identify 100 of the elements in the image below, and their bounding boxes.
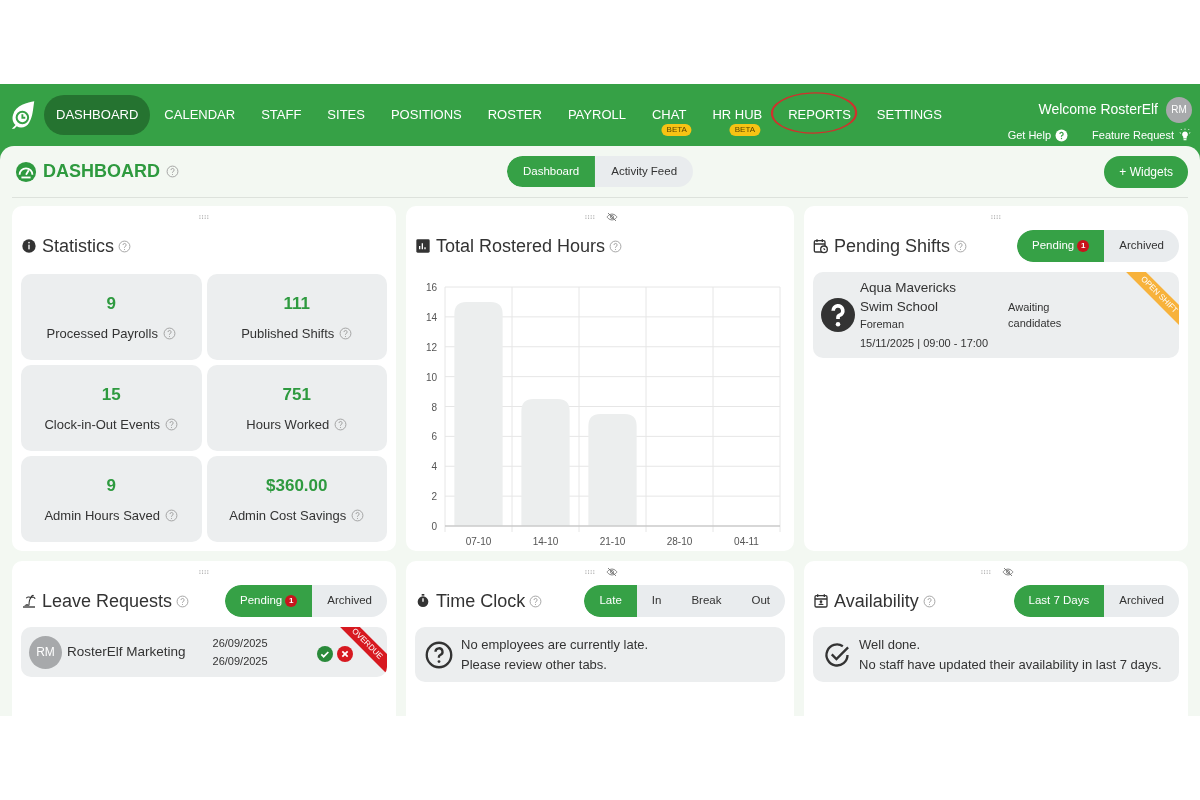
filter-tab[interactable]: Pending 1	[225, 585, 313, 617]
employee-name: RosterElf Marketing	[67, 642, 186, 661]
help-icon[interactable]	[334, 418, 348, 432]
check-circle-icon	[823, 640, 851, 669]
axis-tick-label: 14	[425, 311, 437, 323]
widget-title: Pending Shifts	[834, 234, 951, 258]
filter-tab[interactable]: In	[636, 585, 677, 617]
shift-status: Awaiting candidates	[1008, 300, 1063, 331]
palm-island-icon	[21, 593, 37, 609]
approve-check-icon[interactable]	[317, 646, 333, 662]
header-link[interactable]: Get Help	[1007, 126, 1052, 144]
nav-link[interactable]: HR HUB BETA	[700, 95, 775, 135]
axis-tick-label: 12	[425, 341, 437, 353]
hidden-eye-icon[interactable]	[606, 566, 618, 578]
message-text: No employees are currently late.	[461, 636, 649, 654]
help-icon[interactable]	[165, 509, 179, 523]
view-tab[interactable]: Activity Feed	[595, 155, 694, 188]
message-text: No staff have updated their availability in last 7 days.	[859, 655, 1162, 674]
stat-value: 9	[106, 474, 116, 497]
widget-title: Leave Requests	[42, 589, 173, 613]
axis-tick-label: 10	[425, 371, 437, 383]
axis-tick-label: 6	[431, 431, 437, 443]
help-icon[interactable]	[166, 165, 179, 178]
nav-link[interactable]: DASHBOARD	[44, 95, 151, 135]
nav-link[interactable]: PAYROLL	[555, 95, 638, 135]
axis-tick-label: 2	[431, 491, 437, 503]
shift-position: Foreman	[860, 317, 906, 333]
axis-tick-label: 4	[431, 461, 437, 473]
help-icon[interactable]	[162, 327, 176, 341]
hidden-eye-icon[interactable]	[606, 211, 618, 223]
page-title: DASHBOARD	[43, 160, 160, 183]
help-icon[interactable]	[351, 509, 365, 523]
help-icon[interactable]	[609, 239, 623, 253]
leave-date: 26/09/2025	[212, 635, 268, 651]
bar-chart-icon	[415, 238, 431, 254]
help-icon[interactable]	[339, 327, 353, 341]
shift-site: Aqua Mavericks Swim School	[860, 278, 958, 316]
hidden-eye-icon[interactable]	[1002, 566, 1014, 578]
help-icon[interactable]	[1055, 128, 1069, 142]
gauge-icon	[15, 160, 37, 183]
calendar-person-icon	[813, 593, 829, 609]
help-icon[interactable]	[118, 239, 132, 253]
help-icon[interactable]	[922, 594, 936, 608]
welcome-text: Welcome RosterElf	[1038, 100, 1158, 120]
widget-title: Availability	[834, 589, 919, 613]
stat-label: Hours Worked	[246, 416, 330, 434]
lightbulb-icon[interactable]	[1178, 128, 1192, 142]
nav-link[interactable]: CHAT BETA	[639, 95, 699, 135]
axis-tick-label: 0	[431, 521, 437, 532]
nav-link[interactable]: POSITIONS	[378, 95, 474, 135]
axis-tick-label: 14-10	[532, 536, 559, 547]
beta-badge: BETA	[661, 124, 692, 137]
widget-title: Time Clock	[436, 589, 526, 613]
reject-x-icon[interactable]	[337, 646, 353, 662]
view-tab[interactable]: Dashboard	[506, 155, 596, 188]
user-avatar[interactable]: RM	[1166, 96, 1192, 123]
stat-value: 15	[101, 383, 121, 406]
filter-tab[interactable]: Archived	[1104, 585, 1179, 617]
nav-link[interactable]: ROSTER	[475, 95, 554, 135]
info-icon	[21, 238, 37, 254]
stat-value: $360.00	[266, 474, 328, 497]
count-badge: 1	[285, 595, 298, 607]
question-icon	[821, 298, 855, 332]
filter-tab[interactable]: Late	[584, 585, 637, 617]
nav-link[interactable]: REPORTS	[776, 95, 863, 135]
filter-tab[interactable]: Archived	[1104, 230, 1179, 262]
help-icon[interactable]	[954, 239, 968, 253]
count-badge: 1	[1077, 240, 1090, 252]
stat-value: 111	[283, 292, 310, 315]
widget-title: Statistics	[42, 234, 115, 258]
question-icon	[425, 640, 453, 669]
shift-time: 15/11/2025 | 09:00 - 17:00	[860, 335, 989, 351]
stat-label: Admin Hours Saved	[44, 507, 161, 525]
header-link[interactable]: Feature Request	[1092, 126, 1174, 144]
filter-tab[interactable]: Pending 1	[1017, 230, 1105, 262]
nav-link[interactable]: CALENDAR	[152, 95, 248, 135]
filter-tab[interactable]: Break	[676, 585, 737, 617]
help-icon[interactable]	[176, 594, 190, 608]
stat-label: Published Shifts	[241, 325, 335, 343]
widget-title: Total Rostered Hours	[436, 234, 606, 258]
message-text: Please review other tabs.	[461, 655, 608, 674]
axis-tick-label: 28-10	[666, 536, 693, 547]
message-text: Well done.	[859, 636, 922, 654]
axis-tick-label: 07-10	[465, 536, 492, 547]
filter-tab[interactable]: Archived	[312, 585, 387, 617]
add-widgets-button[interactable]: + Widgets	[1104, 155, 1188, 188]
nav-link[interactable]: SITES	[315, 95, 377, 135]
filter-tab[interactable]: Last 7 Days	[1013, 585, 1105, 617]
help-icon[interactable]	[165, 418, 179, 432]
user-avatar: RM	[29, 635, 62, 669]
leave-date: 26/09/2025	[212, 654, 268, 669]
nav-link[interactable]: SETTINGS	[864, 95, 954, 135]
nav-link[interactable]: STAFF	[249, 95, 314, 135]
stat-label: Clock-in-Out Events	[44, 416, 161, 434]
stat-value: 9	[106, 292, 116, 315]
help-icon[interactable]	[529, 594, 543, 608]
axis-tick-label: 16	[425, 282, 437, 293]
filter-tab[interactable]: Out	[736, 585, 785, 617]
stat-value: 751	[282, 383, 311, 406]
axis-tick-label: 21-10	[599, 536, 626, 547]
